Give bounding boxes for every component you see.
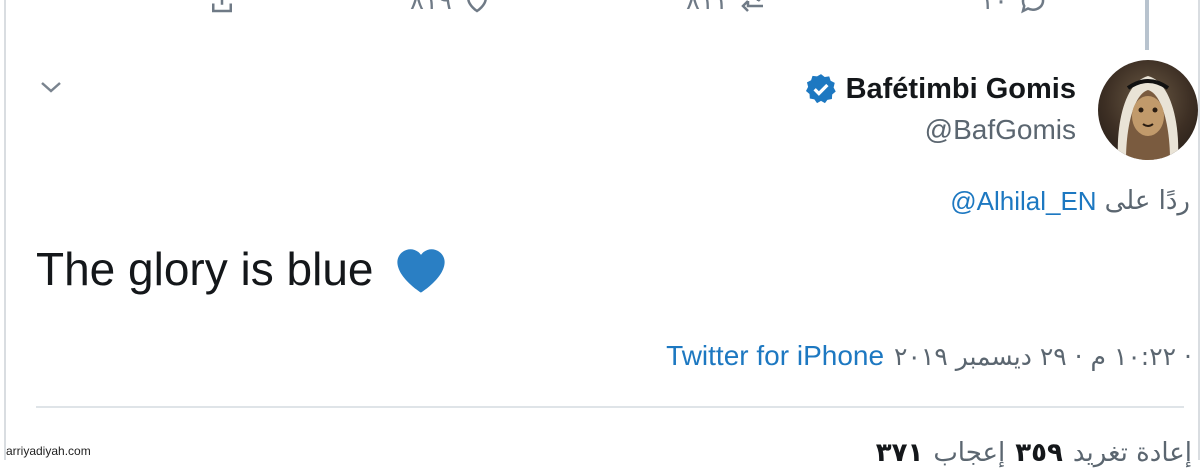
tweet-text: The glory is blue — [36, 243, 374, 295]
verified-badge-icon — [805, 74, 836, 104]
tweet-stats: ٣٧١ إعجاب ٣٥٩ إعادة تغريد — [876, 438, 1192, 468]
tweet-body: The glory is blue — [36, 242, 450, 296]
previous-tweet-actions: ٨١٩ ٨١١ ١٠ — [0, 0, 1200, 20]
share-icon — [212, 0, 232, 13]
divider — [36, 406, 1184, 408]
blue-heart-emoji-icon — [396, 249, 445, 293]
share-button[interactable] — [207, 0, 237, 16]
reply-button[interactable]: ١٠ — [980, 0, 1048, 16]
tweet-timestamp[interactable]: ١٠:٢٢ م · ٢٩ ديسمبر ٢٠١٩ · — [894, 342, 1192, 371]
retweet-button[interactable]: ٨١١ — [686, 0, 768, 16]
avatar-lion-image — [1117, 76, 1179, 160]
retweet-count: ٨١١ — [686, 0, 728, 16]
like-button[interactable]: ٨١٩ — [410, 0, 492, 16]
author-handle[interactable]: @BafGomis — [925, 114, 1076, 146]
chevron-down-icon[interactable] — [36, 74, 66, 100]
author-name-row[interactable]: Bafétimbi Gomis — [804, 72, 1076, 106]
reply-bubble-icon — [1021, 0, 1045, 14]
avatar[interactable] — [1098, 60, 1198, 160]
likes-count[interactable]: ٣٧١ — [876, 438, 924, 468]
reply-to-handle-link[interactable]: @Alhilal_EN — [950, 186, 1096, 217]
tweet-meta: Twitter for iPhone ١٠:٢٢ م · ٢٩ ديسمبر ٢… — [666, 340, 1192, 372]
like-count: ٨١٩ — [410, 0, 452, 16]
heart-outline-icon — [467, 0, 487, 13]
retweets-label[interactable]: إعادة تغريد — [1073, 438, 1192, 468]
retweets-count[interactable]: ٣٥٩ — [1015, 438, 1063, 468]
tweet-source-link[interactable]: Twitter for iPhone — [666, 340, 884, 372]
replying-to: @Alhilal_EN ردًا على — [950, 186, 1190, 217]
left-border — [4, 0, 6, 460]
watermark: arriyadiyah.com — [6, 444, 91, 458]
retweet-icon — [741, 0, 763, 12]
reply-count: ١٠ — [980, 0, 1008, 16]
likes-label[interactable]: إعجاب — [933, 438, 1005, 468]
author-name: Bafétimbi Gomis — [845, 72, 1076, 105]
reply-label: ردًا على — [1104, 186, 1190, 216]
